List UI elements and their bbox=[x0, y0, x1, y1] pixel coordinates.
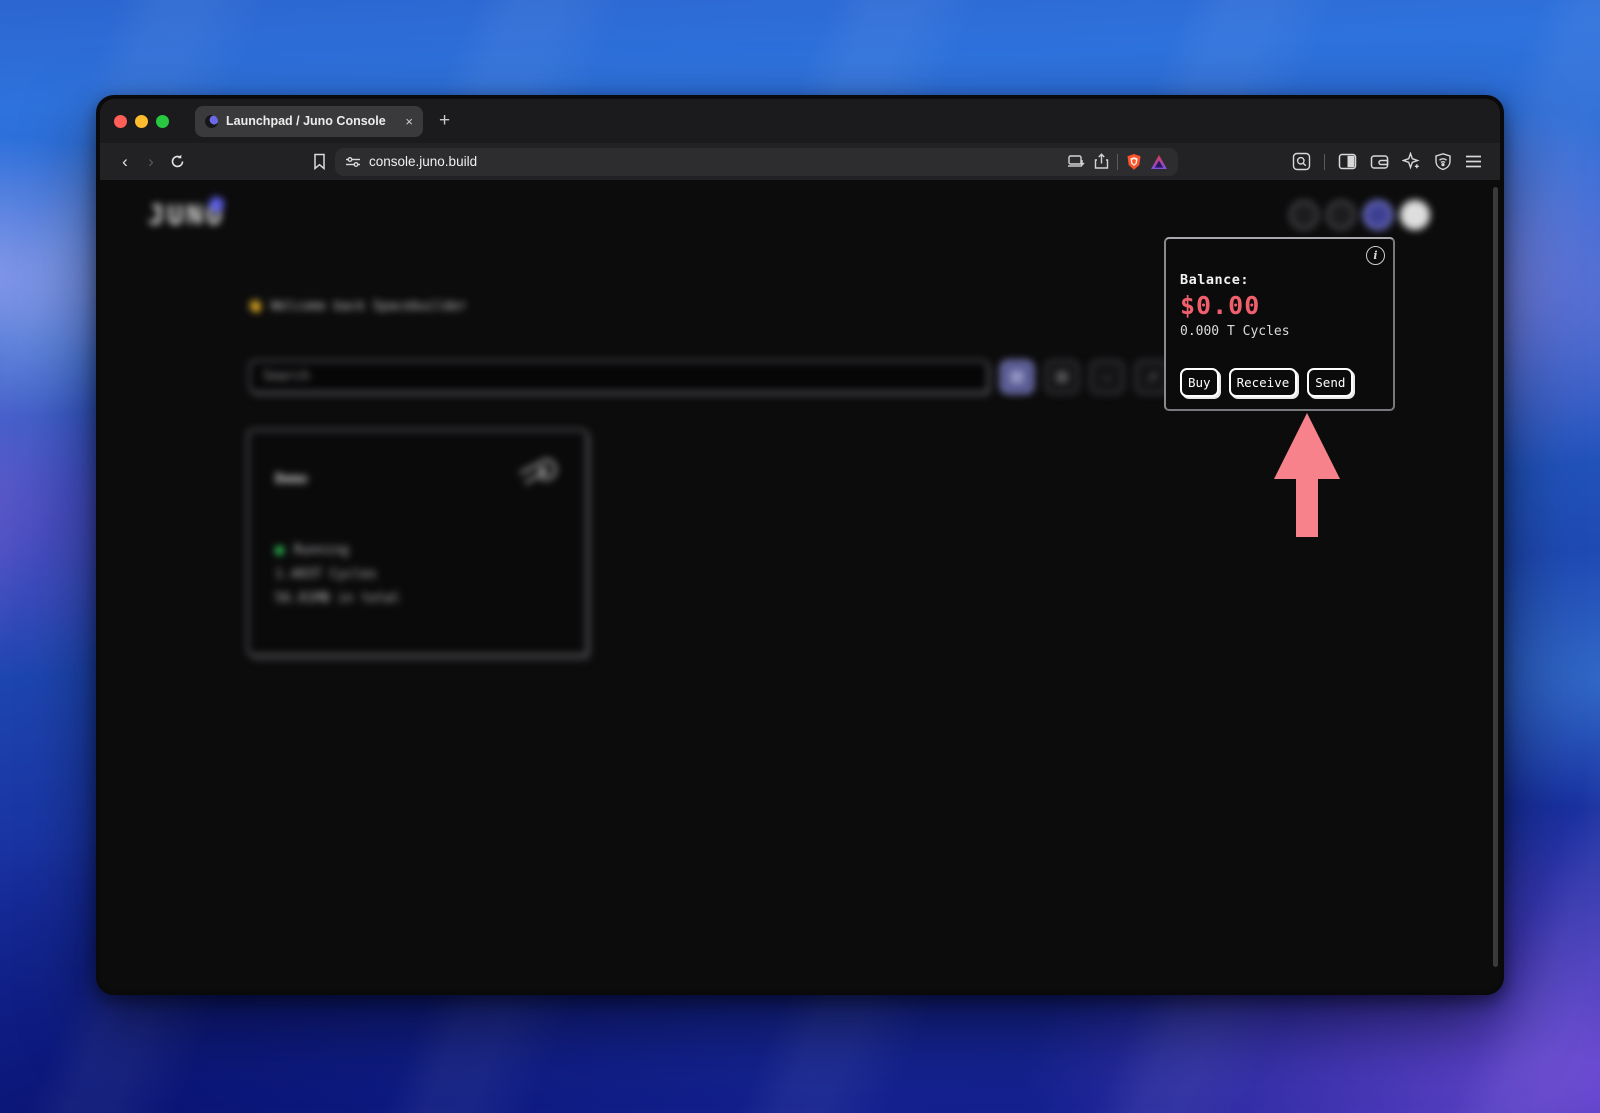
scrollbar[interactable] bbox=[1493, 187, 1498, 967]
info-icon[interactable]: i bbox=[1366, 246, 1385, 265]
minimize-window-button[interactable] bbox=[135, 115, 148, 128]
send-button[interactable]: Send bbox=[1307, 368, 1353, 397]
balance-actions: Buy Receive Send bbox=[1180, 368, 1353, 397]
juno-favicon-icon bbox=[205, 115, 218, 128]
juno-console-page: JUNO 👋 Welcome back Spacebuilder – ↗ bbox=[100, 181, 1500, 995]
browser-toolbar: ‹ › console.juno.build bbox=[100, 143, 1500, 181]
buy-button[interactable]: Buy bbox=[1180, 368, 1219, 397]
list-view-button[interactable] bbox=[1045, 360, 1079, 394]
tab-close-icon[interactable]: × bbox=[405, 114, 413, 129]
status-dot-icon bbox=[275, 546, 284, 555]
juno-logo-dot-icon bbox=[209, 197, 224, 212]
satellite-sketch-icon bbox=[518, 451, 564, 497]
traffic-lights bbox=[114, 115, 169, 128]
new-tab-button[interactable]: + bbox=[439, 110, 450, 132]
bookmark-icon[interactable] bbox=[312, 153, 327, 170]
grid-view-button[interactable] bbox=[1000, 360, 1034, 394]
history-icon[interactable] bbox=[1326, 200, 1356, 230]
share-icon[interactable] bbox=[1094, 153, 1109, 170]
balance-label: Balance: bbox=[1180, 272, 1379, 288]
wallet-balance-icon[interactable] bbox=[1363, 200, 1393, 230]
receive-button[interactable]: Receive bbox=[1229, 368, 1298, 397]
satellite-card[interactable]: Demo Running 1.403T Cycles 56.81MB in to… bbox=[247, 429, 588, 656]
menu-icon[interactable] bbox=[1465, 155, 1482, 168]
leo-ai-icon[interactable] bbox=[1402, 152, 1421, 171]
urlbar-separator bbox=[1117, 154, 1118, 170]
url-bar[interactable]: console.juno.build bbox=[335, 148, 1178, 176]
balance-amount: $0.00 bbox=[1180, 291, 1379, 320]
balance-cycles: 0.000 T Cycles bbox=[1180, 324, 1379, 339]
forward-button[interactable]: › bbox=[138, 152, 164, 172]
zoom-window-button[interactable] bbox=[156, 115, 169, 128]
tab-title: Launchpad / Juno Console bbox=[226, 114, 397, 128]
search-input[interactable] bbox=[249, 360, 989, 393]
toolbar-right-cluster bbox=[1292, 152, 1488, 171]
annotation-arrow-icon bbox=[1274, 413, 1340, 542]
tab-bar: Launchpad / Juno Console × + bbox=[100, 99, 1500, 143]
brave-rewards-icon[interactable] bbox=[1150, 154, 1168, 170]
satellite-storage: 56.81MB in total bbox=[275, 591, 560, 606]
satellite-status-row: Running bbox=[275, 543, 560, 558]
brave-shields-icon[interactable] bbox=[1126, 153, 1142, 171]
tab-launchpad[interactable]: Launchpad / Juno Console × bbox=[195, 106, 423, 137]
credits-icon[interactable] bbox=[1289, 200, 1319, 230]
search-row: – ↗ bbox=[249, 360, 1169, 394]
reload-button[interactable] bbox=[164, 153, 190, 170]
satellite-cycles: 1.403T Cycles bbox=[275, 567, 560, 582]
sidebar-toggle-icon[interactable] bbox=[1338, 153, 1357, 170]
wallet-icon[interactable] bbox=[1370, 154, 1389, 170]
back-button[interactable]: ‹ bbox=[112, 152, 138, 172]
toolbar-separator bbox=[1324, 154, 1325, 170]
search-tabs-icon[interactable] bbox=[1292, 152, 1311, 171]
downloads-icon[interactable] bbox=[1067, 154, 1086, 169]
browser-window: Launchpad / Juno Console × + ‹ › console… bbox=[96, 95, 1504, 995]
juno-logo[interactable]: JUNO bbox=[148, 197, 225, 231]
profile-avatar[interactable] bbox=[1400, 200, 1430, 230]
close-window-button[interactable] bbox=[114, 115, 127, 128]
url-text: console.juno.build bbox=[369, 154, 477, 169]
satellite-status: Running bbox=[294, 543, 349, 558]
welcome-message: 👋 Welcome back Spacebuilder bbox=[247, 299, 467, 314]
balance-popover: i Balance: $0.00 0.000 T Cycles Buy Rece… bbox=[1164, 237, 1395, 411]
header-account-icons bbox=[1289, 200, 1430, 230]
site-settings-icon[interactable] bbox=[345, 155, 361, 169]
collapse-button[interactable]: – bbox=[1090, 360, 1124, 394]
vpn-shield-icon[interactable] bbox=[1434, 152, 1452, 171]
